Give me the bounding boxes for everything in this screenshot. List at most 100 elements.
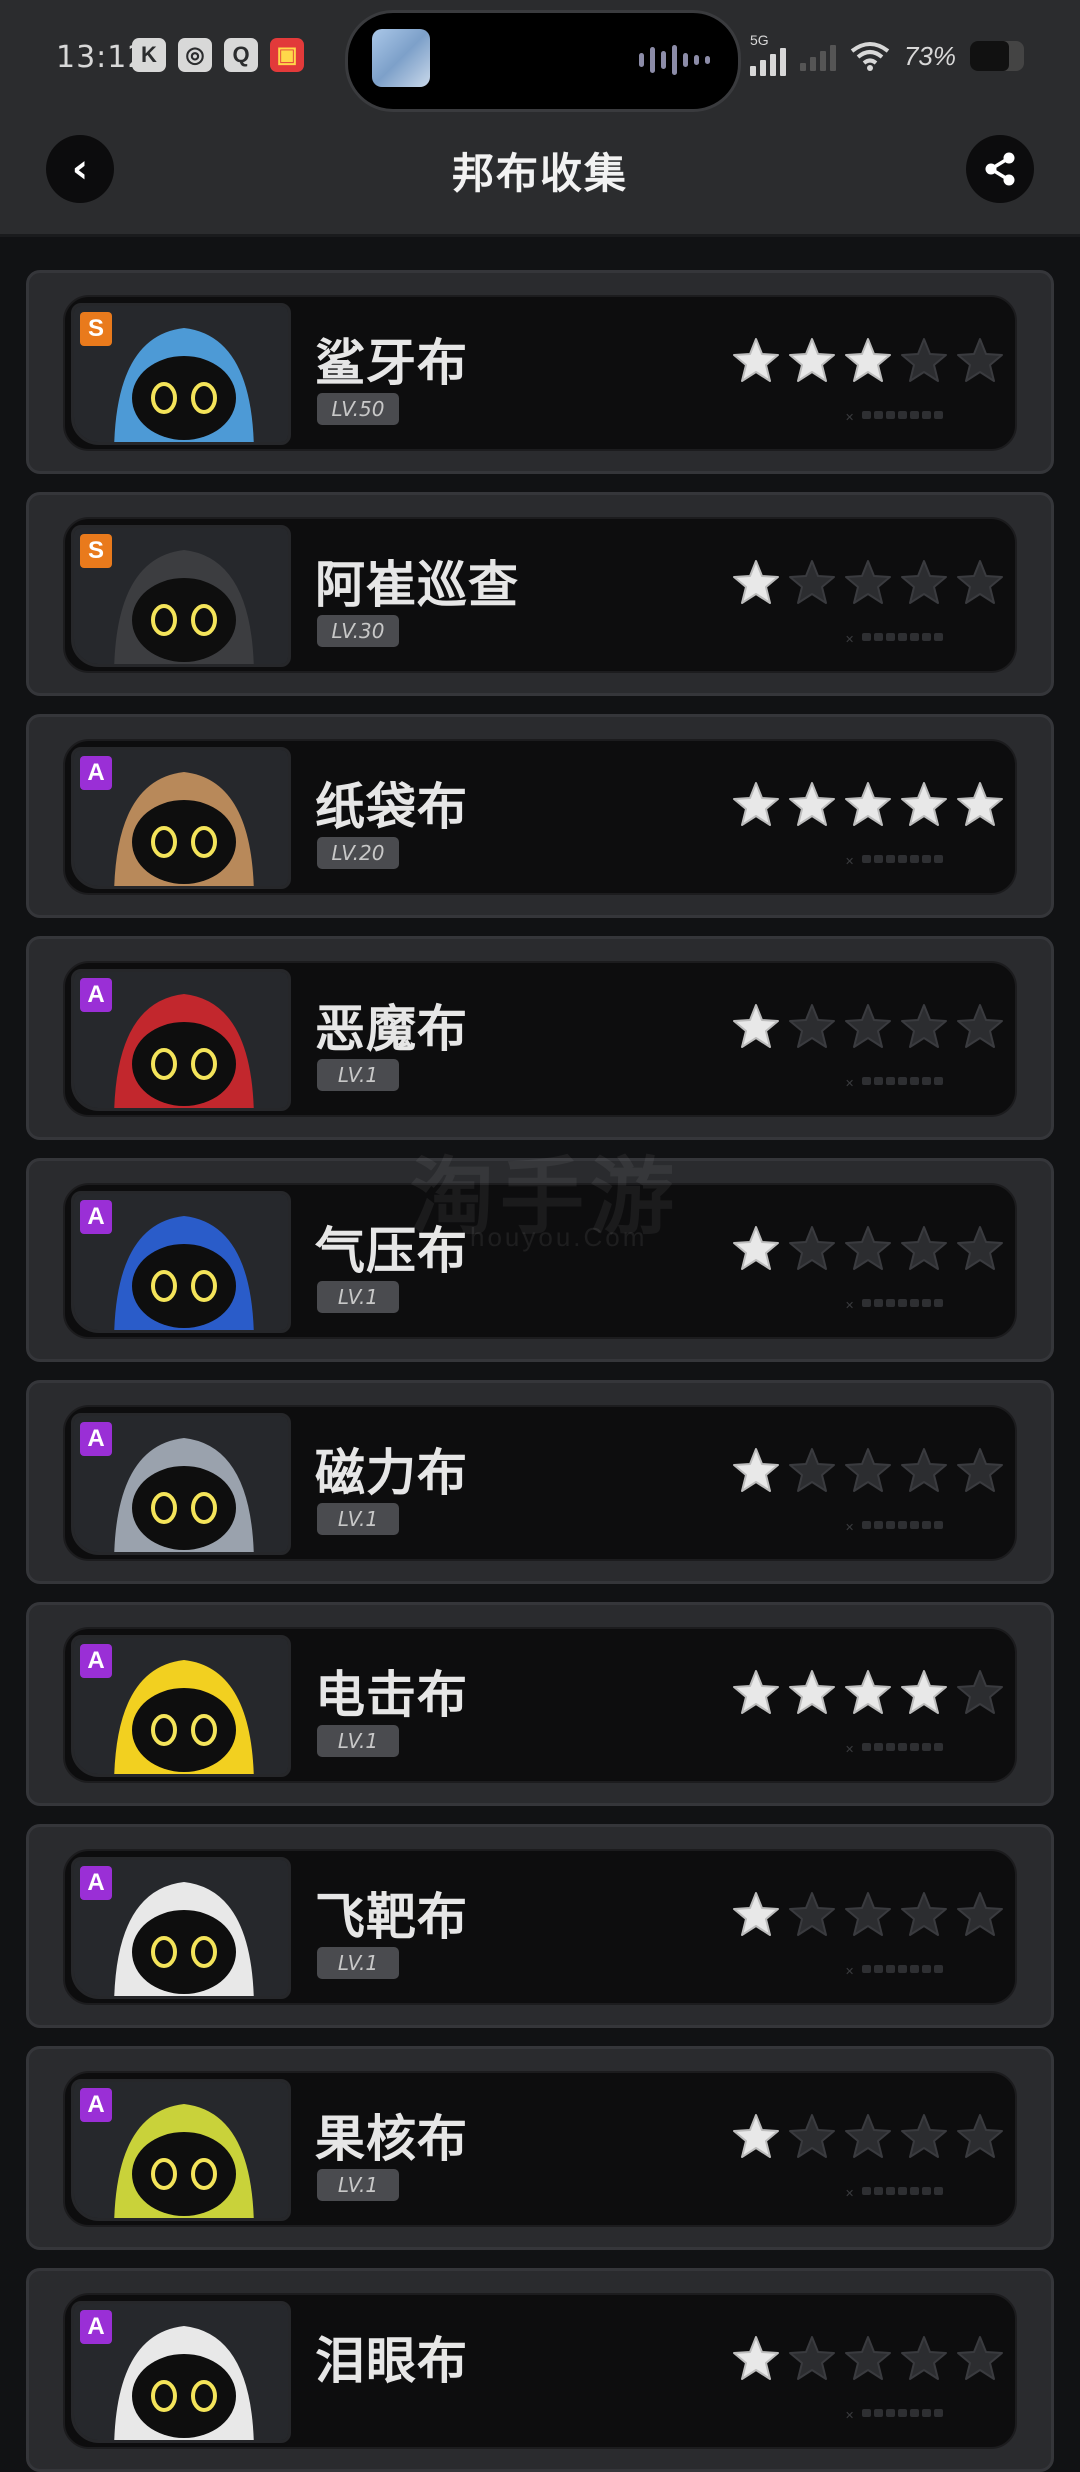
- progress-dot: [898, 2409, 907, 2417]
- star-rating: [731, 1447, 1005, 1495]
- star-empty-icon: [955, 1447, 1005, 1495]
- share-icon: [985, 152, 1015, 186]
- star-rating: [731, 1669, 1005, 1717]
- bangboo-portrait: A: [71, 1857, 291, 1999]
- progress-dot: [874, 2187, 883, 2195]
- rank-badge: A: [80, 2088, 112, 2122]
- progress-dot: [886, 411, 895, 419]
- bangboo-card-inner: S 阿崔巡查 LV.30 ✕: [63, 517, 1017, 673]
- progress-dot: [922, 411, 931, 419]
- progress-dots: ✕: [845, 2409, 943, 2422]
- bangboo-name: 磁力布: [315, 1444, 468, 1502]
- progress-dot: [862, 1743, 871, 1751]
- battery-percent: 73%: [903, 40, 956, 71]
- progress-dot: [898, 1743, 907, 1751]
- bangboo-card[interactable]: A 磁力布 LV.1 ✕: [26, 1380, 1054, 1584]
- progress-dot: [922, 2409, 931, 2417]
- star-empty-icon: [899, 1003, 949, 1051]
- star-rating: [731, 2335, 1005, 2383]
- progress-dot: [934, 411, 943, 419]
- star-rating: [731, 1891, 1005, 1939]
- level-badge: LV.30: [317, 615, 399, 647]
- bangboo-card[interactable]: A 纸袋布 LV.20 ✕: [26, 714, 1054, 918]
- star-empty-icon: [787, 559, 837, 607]
- star-filled-icon: [731, 337, 781, 385]
- star-empty-icon: [955, 1003, 1005, 1051]
- dynamic-island[interactable]: [345, 10, 741, 112]
- progress-dot: [862, 2409, 871, 2417]
- progress-dot: [898, 1077, 907, 1085]
- bangboo-card[interactable]: A 电击布 LV.1 ✕: [26, 1602, 1054, 1806]
- progress-dot: [910, 855, 919, 863]
- star-filled-icon: [731, 1891, 781, 1939]
- star-empty-icon: [899, 1225, 949, 1273]
- rank-badge: S: [80, 312, 112, 346]
- bangboo-card[interactable]: A 恶魔布 LV.1 ✕: [26, 936, 1054, 1140]
- bangboo-card-inner: A 飞靶布 LV.1 ✕: [63, 1849, 1017, 2005]
- progress-dot: [898, 855, 907, 863]
- bangboo-card-inner: S 鲨牙布 LV.50 ✕: [63, 295, 1017, 451]
- watermark-sub: houyou.Com: [470, 1222, 648, 1252]
- star-rating: [731, 1225, 1005, 1273]
- bangboo-card-inner: A 果核布 LV.1 ✕: [63, 2071, 1017, 2227]
- bangboo-card[interactable]: A 果核布 LV.1 ✕: [26, 2046, 1054, 2250]
- star-rating: [731, 1003, 1005, 1051]
- star-filled-icon: [899, 781, 949, 829]
- progress-dot: [922, 1965, 931, 1973]
- progress-dot: [934, 633, 943, 641]
- progress-dot: [934, 2187, 943, 2195]
- bangboo-portrait: A: [71, 747, 291, 889]
- rank-badge: A: [80, 1422, 112, 1456]
- progress-dots: ✕: [845, 1965, 943, 1978]
- bangboo-card[interactable]: S 阿崔巡查 LV.30 ✕: [26, 492, 1054, 696]
- progress-dot: [934, 855, 943, 863]
- progress-dot: [898, 633, 907, 641]
- bangboo-portrait: A: [71, 1635, 291, 1777]
- progress-dot: [886, 855, 895, 863]
- bangboo-card[interactable]: A 泪眼布 ✕: [26, 2268, 1054, 2472]
- x-mark-icon: ✕: [845, 1965, 855, 1978]
- star-empty-icon: [955, 1225, 1005, 1273]
- bangboo-card-inner: A 磁力布 LV.1 ✕: [63, 1405, 1017, 1561]
- bangboo-name: 恶魔布: [315, 1000, 468, 1058]
- progress-dot: [886, 1521, 895, 1529]
- x-mark-icon: ✕: [845, 1743, 855, 1756]
- star-filled-icon: [731, 1003, 781, 1051]
- star-empty-icon: [787, 2113, 837, 2161]
- game-app-icon: ▣: [270, 38, 304, 72]
- progress-dot: [922, 1521, 931, 1529]
- progress-dot: [898, 2187, 907, 2195]
- share-button[interactable]: [966, 135, 1034, 203]
- rank-badge: A: [80, 2310, 112, 2344]
- star-filled-icon: [899, 1669, 949, 1717]
- x-mark-icon: ✕: [845, 1521, 855, 1534]
- bangboo-card-inner: A 纸袋布 LV.20 ✕: [63, 739, 1017, 895]
- star-filled-icon: [843, 337, 893, 385]
- progress-dots: ✕: [845, 1299, 943, 1312]
- progress-dot: [874, 1521, 883, 1529]
- star-rating: [731, 559, 1005, 607]
- star-filled-icon: [787, 1669, 837, 1717]
- progress-dot: [862, 1521, 871, 1529]
- star-filled-icon: [843, 781, 893, 829]
- star-rating: [731, 781, 1005, 829]
- progress-dot: [898, 1299, 907, 1307]
- progress-dot: [862, 2187, 871, 2195]
- level-badge: LV.1: [317, 1281, 399, 1313]
- progress-dot: [874, 1299, 883, 1307]
- bangboo-name: 阿崔巡查: [315, 556, 519, 614]
- x-mark-icon: ✕: [845, 1077, 855, 1090]
- star-empty-icon: [899, 1891, 949, 1939]
- bangboo-portrait: S: [71, 303, 291, 445]
- progress-dot: [910, 1743, 919, 1751]
- progress-dot: [874, 633, 883, 641]
- bangboo-card[interactable]: S 鲨牙布 LV.50 ✕: [26, 270, 1054, 474]
- star-empty-icon: [843, 1003, 893, 1051]
- progress-dot: [874, 1077, 883, 1085]
- bangboo-card[interactable]: A 飞靶布 LV.1 ✕: [26, 1824, 1054, 2028]
- star-empty-icon: [843, 2335, 893, 2383]
- progress-dot: [898, 1521, 907, 1529]
- progress-dot: [874, 2409, 883, 2417]
- bangboo-name: 鲨牙布: [315, 334, 468, 392]
- star-filled-icon: [843, 1669, 893, 1717]
